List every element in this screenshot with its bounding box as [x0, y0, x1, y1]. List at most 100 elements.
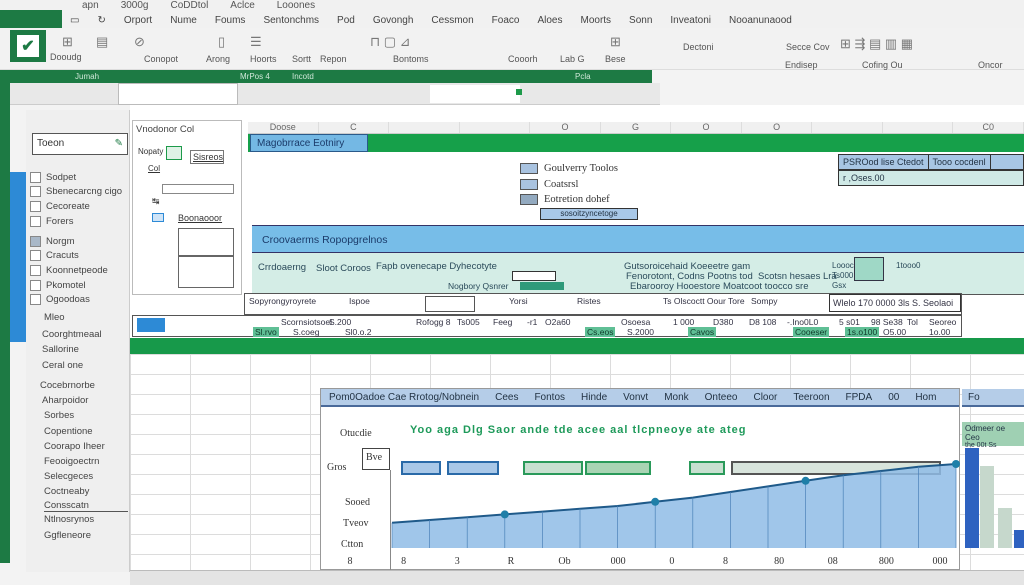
timeline-block[interactable]: [523, 461, 583, 475]
menu-tab[interactable]: Foums: [215, 15, 246, 26]
menu-tab[interactable]: Sentonchms: [263, 15, 319, 26]
column-header[interactable]: C: [319, 122, 390, 133]
dialog-toggle-icon[interactable]: [166, 146, 182, 160]
cell[interactable]: Sopyrongyroyrete: [249, 296, 316, 306]
menu-icon[interactable]: ↻: [97, 15, 105, 26]
ribbon-label[interactable]: Bontoms: [393, 54, 429, 64]
cell[interactable]: O2a60: [545, 317, 571, 327]
cell[interactable]: Yorsi: [509, 296, 528, 306]
nav-item[interactable]: Feooigoectrn: [44, 456, 99, 467]
nav-item[interactable]: Coorghtmeaal: [42, 329, 102, 340]
cell[interactable]: -r1: [527, 317, 537, 327]
data-row[interactable]: Sopyrongyroyrete Ispoe Yorsi Ristes Ts O…: [244, 293, 962, 315]
document-icon[interactable]: ▤: [96, 34, 108, 50]
column-header[interactable]: G: [601, 122, 672, 133]
cell-highlight[interactable]: Wlelo 170 0000 3ls S. Seolaoi: [829, 294, 961, 312]
data-point[interactable]: [801, 476, 810, 485]
top-menu-item[interactable]: CoDDtol: [171, 0, 209, 11]
ribbon-label[interactable]: Cooorh: [508, 54, 538, 64]
column-header[interactable]: [460, 122, 531, 133]
top-menu-item[interactable]: 3000g: [121, 0, 149, 11]
cell-green[interactable]: 1s.o100: [845, 327, 880, 337]
move-icon[interactable]: ↹: [152, 196, 160, 207]
column-header[interactable]: O: [530, 122, 601, 133]
cell[interactable]: Ts005: [457, 317, 480, 327]
column-header[interactable]: C0: [953, 122, 1024, 133]
nav-item[interactable]: Consscatn: [44, 500, 128, 512]
grid-icon[interactable]: ⊞: [610, 34, 621, 50]
cell-green[interactable]: Cavos: [688, 327, 717, 337]
nav-item[interactable]: Sodpet: [30, 172, 76, 183]
timeline-block[interactable]: [401, 461, 441, 475]
timeline-block[interactable]: [689, 461, 725, 475]
column-header[interactable]: [812, 122, 883, 133]
column-header[interactable]: [883, 122, 954, 133]
column-header[interactable]: O: [671, 122, 742, 133]
info-cell[interactable]: PSROod lise Ctedot: [839, 155, 929, 169]
ribbon-label[interactable]: Arong: [206, 54, 230, 64]
cell[interactable]: Ristes: [577, 296, 601, 306]
dialog-button[interactable]: Sisreos: [190, 150, 224, 164]
summary-input[interactable]: [512, 271, 556, 281]
dialog-preview-box[interactable]: [178, 256, 234, 288]
ribbon-label[interactable]: Conopot: [144, 54, 178, 64]
cell[interactable]: Sompy: [751, 296, 777, 306]
nav-item[interactable]: Coctneaby: [44, 486, 89, 497]
data-row[interactable]: Scornsiotsoel S.200 Rofogg 8 Ts005 Feeg …: [132, 315, 962, 337]
nav-item[interactable]: Ggfleneore: [44, 530, 91, 541]
cell[interactable]: 98 Se38: [871, 317, 903, 327]
cell[interactable]: Osoesa: [621, 317, 650, 327]
menu-tab[interactable]: Govongh: [373, 15, 414, 26]
data-point[interactable]: [952, 460, 960, 468]
ribbon-label[interactable]: Repon: [320, 54, 347, 64]
cell-green[interactable]: Sl.rvo: [253, 327, 279, 337]
nav-item[interactable]: Koonnetpeode: [30, 265, 108, 276]
menu-tab[interactable]: Orport: [124, 15, 152, 26]
table-icon[interactable]: ⊞: [62, 34, 73, 50]
dialog-preview-box[interactable]: [178, 228, 234, 256]
nav-item[interactable]: Aharpoidor: [42, 395, 88, 406]
cell[interactable]: Rofogg 8: [416, 317, 451, 327]
cell[interactable]: S.coeg: [293, 327, 319, 337]
cell[interactable]: Ts Olscoctt Oour Tore: [663, 296, 745, 306]
summary-widget-icon[interactable]: [854, 257, 884, 281]
accept-button[interactable]: ✔: [10, 30, 46, 62]
nav-item[interactable]: Ntlnosrynos: [44, 514, 94, 525]
menu-tab[interactable]: Sonn: [629, 15, 652, 26]
cell-green[interactable]: Cooeser: [793, 327, 830, 337]
column-header[interactable]: Doose: [248, 122, 319, 133]
ribbon-label[interactable]: Dooudg: [50, 52, 82, 62]
nav-item[interactable]: Norgm: [30, 236, 75, 247]
nav-item[interactable]: Selecgeces: [44, 471, 93, 482]
menu-tab[interactable]: Nooanunaood: [729, 15, 792, 26]
cell-box[interactable]: [425, 296, 475, 312]
toolstrip-field[interactable]: [430, 85, 520, 103]
nav-search-input[interactable]: Toeon ✎: [32, 133, 128, 155]
nav-item[interactable]: Cocebrnorbe: [40, 380, 95, 391]
nav-item[interactable]: Sallorine: [42, 344, 79, 355]
list-icon[interactable]: ☰: [250, 34, 262, 50]
cell[interactable]: Feeg: [493, 317, 512, 327]
column-header[interactable]: O: [742, 122, 813, 133]
ribbon-label[interactable]: Oncor: [978, 60, 1003, 70]
ribbon-label[interactable]: Cofing Ou: [862, 60, 903, 70]
top-menu-item[interactable]: Aclce: [230, 0, 254, 11]
sheet-title-cell[interactable]: Magobrrace Eotniry: [250, 134, 368, 152]
name-box[interactable]: [118, 83, 238, 105]
menu-tab[interactable]: Inveatoni: [670, 15, 711, 26]
cell[interactable]: O5.00: [883, 327, 906, 337]
nav-item[interactable]: Sbenecarcng cigo: [30, 186, 122, 197]
edit-icon[interactable]: ✎: [115, 138, 123, 149]
nav-item[interactable]: Ogoodoas: [30, 294, 90, 305]
top-menu-item[interactable]: apn: [82, 0, 99, 11]
nav-item[interactable]: Coorapo Iheer: [44, 441, 105, 452]
nav-item[interactable]: Copentione: [44, 426, 93, 437]
nav-item[interactable]: Sorbes: [44, 410, 74, 421]
menu-tab[interactable]: Moorts: [580, 15, 611, 26]
cell[interactable]: 1o.00: [929, 327, 950, 337]
ribbon-label[interactable]: Lab G: [560, 54, 585, 64]
info-value-row[interactable]: r ,Oses.00: [838, 170, 1024, 186]
ribbon-label[interactable]: Sortt: [292, 54, 311, 64]
ribbon-label[interactable]: Bese: [605, 54, 626, 64]
ribbon-label[interactable]: Dectoni: [683, 42, 714, 52]
